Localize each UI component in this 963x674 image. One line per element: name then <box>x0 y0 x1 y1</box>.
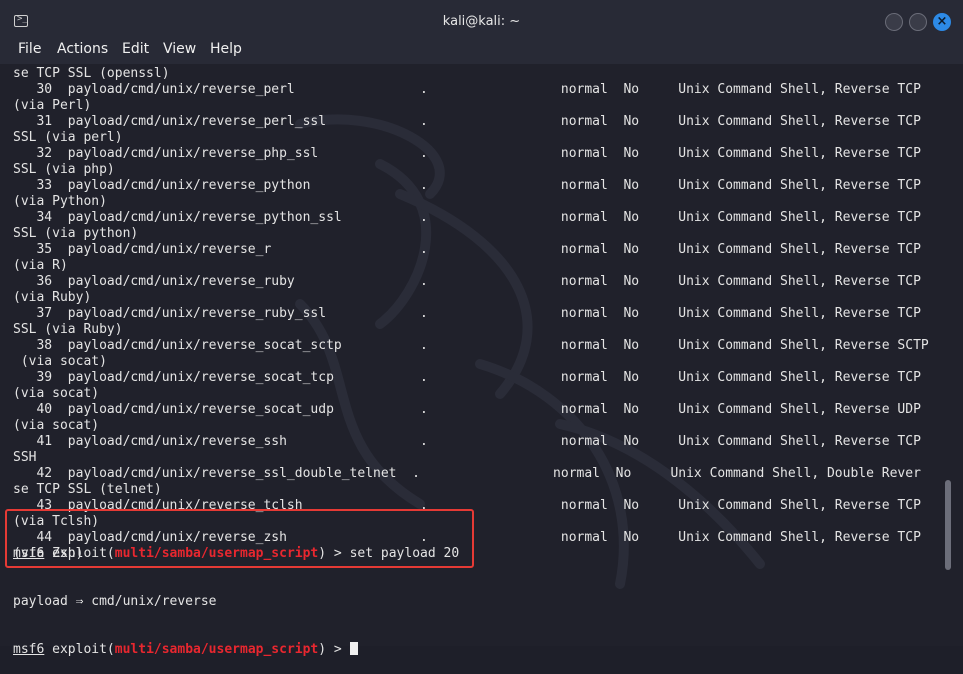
output-line: 31 payload/cmd/unix/reverse_perl_ssl . n… <box>13 114 921 129</box>
maximize-button[interactable] <box>909 13 927 31</box>
menu-file[interactable]: File <box>18 41 41 57</box>
output-line: (via Perl) <box>13 98 92 113</box>
menu-view[interactable]: View <box>163 41 196 57</box>
scrollbar-thumb[interactable] <box>945 480 951 570</box>
prompt-line-1: msf6 exploit(multi/samba/usermap_script)… <box>13 546 459 562</box>
msf-prompt: msf6 <box>13 546 45 561</box>
output-line: se TCP SSL (openssl) <box>13 66 170 81</box>
output-line: 40 payload/cmd/unix/reverse_socat_udp . … <box>13 402 921 417</box>
output-line: 30 payload/cmd/unix/reverse_perl . norma… <box>13 82 921 97</box>
output-line: 37 payload/cmd/unix/reverse_ruby_ssl . n… <box>13 306 921 321</box>
output-line: (via socat) <box>13 354 107 369</box>
output-line: 42 payload/cmd/unix/reverse_ssl_double_t… <box>13 466 921 481</box>
minimize-button[interactable] <box>885 13 903 31</box>
output-line: SSL (via Ruby) <box>13 322 123 337</box>
window-title: kali@kali: ~ <box>442 14 521 29</box>
output-line: SSH <box>13 450 37 465</box>
msf-prompt: msf6 <box>13 642 45 657</box>
text-cursor <box>349 642 358 655</box>
output-line: (via socat) <box>13 418 100 433</box>
menu-bar: File Actions Edit View Help <box>0 36 963 64</box>
output-line: (via Ruby) <box>13 290 92 305</box>
output-line: 35 payload/cmd/unix/reverse_r . normal N… <box>13 242 921 257</box>
output-line: 34 payload/cmd/unix/reverse_python_ssl .… <box>13 210 921 225</box>
prompt-lines: msf6 exploit(multi/samba/usermap_script)… <box>13 514 459 674</box>
module-name: multi/samba/usermap_script <box>114 642 319 657</box>
output-line: 36 payload/cmd/unix/reverse_ruby . norma… <box>13 274 921 289</box>
menu-help[interactable]: Help <box>210 41 242 57</box>
output-line: SSL (via perl) <box>13 130 123 145</box>
exploit-word: exploit( <box>44 546 115 561</box>
menu-actions[interactable]: Actions <box>57 41 108 57</box>
output-line: SSL (via python) <box>13 226 139 241</box>
output-line: 32 payload/cmd/unix/reverse_php_ssl . no… <box>13 146 921 161</box>
output-line: SSL (via php) <box>13 162 115 177</box>
close-icon: × <box>936 14 948 29</box>
output-line: 38 payload/cmd/unix/reverse_socat_sctp .… <box>13 338 929 353</box>
module-name: multi/samba/usermap_script <box>114 546 319 561</box>
terminal-output: se TCP SSL (openssl) 30 payload/cmd/unix… <box>13 66 929 562</box>
prompt-close: ) > <box>318 546 350 561</box>
menu-edit[interactable]: Edit <box>122 41 149 57</box>
output-line: (via R) <box>13 258 68 273</box>
output-line: 33 payload/cmd/unix/reverse_python . nor… <box>13 178 921 193</box>
command-text: set payload 20 <box>349 546 460 561</box>
output-line: (via Python) <box>13 194 107 209</box>
prompt-line-2[interactable]: msf6 exploit(multi/samba/usermap_script)… <box>13 642 459 658</box>
output-line: se TCP SSL (telnet) <box>13 482 162 497</box>
close-button[interactable]: × <box>933 13 951 31</box>
exploit-word: exploit( <box>44 642 115 657</box>
output-line: (via socat) <box>13 386 100 401</box>
response-line: payload ⇒ cmd/unix/reverse <box>13 594 217 609</box>
output-line: 41 payload/cmd/unix/reverse_ssh . normal… <box>13 434 921 449</box>
output-line: 39 payload/cmd/unix/reverse_socat_tcp . … <box>13 370 921 385</box>
prompt-close: ) > <box>318 642 350 657</box>
